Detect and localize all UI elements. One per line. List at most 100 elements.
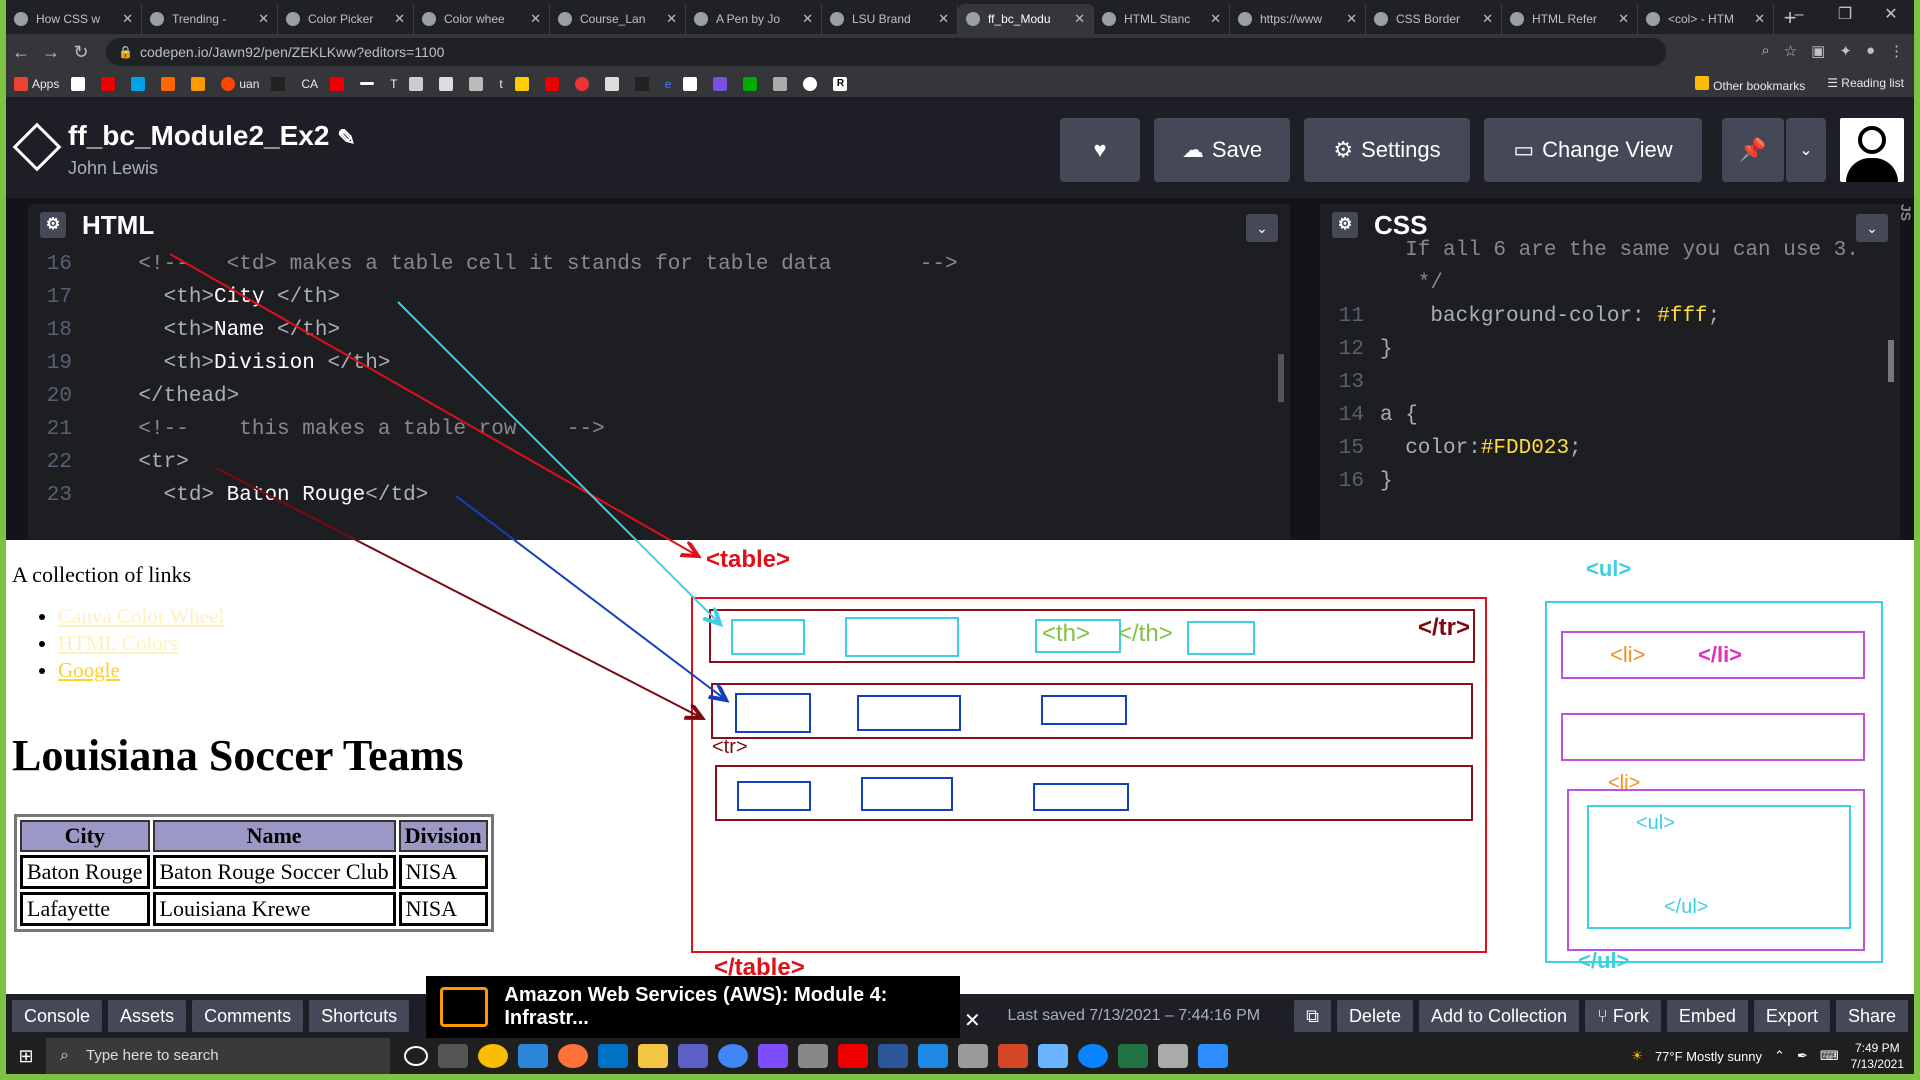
heart-button[interactable]: ♥	[1060, 118, 1140, 182]
fork-button[interactable]: ⑂ Fork	[1585, 1000, 1661, 1032]
bookmark-uan[interactable]: uan	[221, 76, 259, 91]
powerpoint-icon[interactable]	[998, 1044, 1028, 1068]
html-code[interactable]: 16 <!-- <td> makes a table cell it stand…	[28, 248, 1290, 512]
tab-close-icon[interactable]: ✕	[122, 11, 133, 27]
browser-tab[interactable]: HTML Stanc ✕	[1094, 4, 1230, 34]
code-line[interactable]: 16}	[1320, 465, 1900, 498]
url-input[interactable]: 🔒 codepen.io/Jawn92/pen/ZEKLKww?editors=…	[106, 38, 1666, 66]
bookmark[interactable]	[360, 82, 378, 85]
css-scrollbar[interactable]	[1888, 340, 1894, 382]
zotero-icon[interactable]	[838, 1044, 868, 1068]
pen-title[interactable]: ff_bc_Module2_Ex2 ✎	[68, 120, 356, 152]
outlook-icon[interactable]	[598, 1044, 628, 1068]
save-button[interactable]: ☁ Save	[1154, 118, 1290, 182]
profile-icon[interactable]: ●	[1866, 42, 1875, 60]
tab-close-icon[interactable]: ✕	[1754, 11, 1765, 27]
back-icon[interactable]: ←	[6, 42, 36, 63]
codepen-logo-icon[interactable]	[12, 122, 62, 172]
tab-close-icon[interactable]: ✕	[1210, 11, 1221, 27]
bookmark[interactable]	[743, 76, 761, 91]
browser-tab[interactable]: Color whee ✕	[414, 4, 550, 34]
html-settings-gear-icon[interactable]: ⚙	[40, 212, 66, 238]
bookmark-e[interactable]: e	[665, 77, 672, 91]
external-view-button[interactable]: ⧉	[1294, 1000, 1331, 1032]
code-line[interactable]: 20 </thead>	[28, 380, 1290, 413]
reading-list[interactable]: ☰ Reading list	[1827, 76, 1904, 93]
browser-tab[interactable]: ff_bc_Modu ✕	[958, 4, 1094, 34]
weather-icon[interactable]: ☀	[1631, 1048, 1643, 1064]
browser-tab[interactable]: <col> - HTM ✕	[1638, 4, 1774, 34]
taskbar-search-input[interactable]: ⌕ Type here to search	[46, 1038, 390, 1074]
delete-button[interactable]: Delete	[1336, 1000, 1413, 1032]
bookmark-apps[interactable]: Apps	[14, 76, 59, 91]
tab-close-icon[interactable]: ✕	[1618, 11, 1629, 27]
chrome-profile-icon[interactable]	[718, 1044, 748, 1068]
tab-close-icon[interactable]: ✕	[666, 11, 677, 27]
css-code[interactable]: If all 6 are the same you can use 3. */ 1…	[1320, 234, 1900, 498]
forward-icon[interactable]: →	[36, 42, 66, 63]
browser-tab[interactable]: HTML Refer ✕	[1502, 4, 1638, 34]
word-icon[interactable]	[878, 1044, 908, 1068]
tab-close-icon[interactable]: ✕	[938, 11, 949, 27]
browser-tab[interactable]: Trending - ✕	[142, 4, 278, 34]
bookmark[interactable]	[71, 76, 89, 91]
tab-close-icon[interactable]: ✕	[394, 11, 405, 27]
more-button[interactable]: ⌄	[1786, 118, 1826, 182]
tab-close-icon[interactable]: ✕	[1346, 11, 1357, 27]
console-button[interactable]: Console	[12, 1000, 103, 1032]
minimize-icon[interactable]: –	[1776, 0, 1822, 30]
browser-tab[interactable]: Course_Lan ✕	[550, 4, 686, 34]
code-line[interactable]: 17 <th>City </th>	[28, 281, 1290, 314]
excel-icon[interactable]	[1118, 1044, 1148, 1068]
link-html-colors[interactable]: HTML Colors	[58, 631, 178, 655]
code-line[interactable]: 19 <th>Division </th>	[28, 347, 1290, 380]
browser-tab[interactable]: How CSS w ✕	[6, 4, 142, 34]
keyboard-icon[interactable]: ⌨	[1820, 1048, 1839, 1064]
windows-start-icon[interactable]: ⊞	[6, 1046, 46, 1067]
reload-icon[interactable]: ↻	[66, 42, 96, 63]
browser-tab[interactable]: Color Picker ✕	[278, 4, 414, 34]
bookmark[interactable]	[713, 76, 731, 91]
bookmark[interactable]	[271, 76, 289, 91]
bookmark[interactable]	[409, 76, 427, 91]
tab-close-icon[interactable]: ✕	[802, 11, 813, 27]
bookmark[interactable]	[469, 76, 487, 91]
pen-author[interactable]: John Lewis	[68, 158, 158, 179]
zoom-app-icon[interactable]	[1198, 1044, 1228, 1068]
js-pane-collapsed[interactable]: JS	[1898, 204, 1914, 540]
bookmark[interactable]	[131, 76, 149, 91]
bookmark[interactable]	[439, 76, 457, 91]
file-explorer-icon[interactable]	[638, 1044, 668, 1068]
code-line[interactable]: If all 6 are the same you can use 3.	[1320, 234, 1900, 267]
pen-icon[interactable]: ✒	[1797, 1048, 1808, 1064]
discord-icon[interactable]	[758, 1044, 788, 1068]
assets-button[interactable]: Assets	[108, 1000, 187, 1032]
extension-icon[interactable]: ▣	[1811, 42, 1825, 60]
shortcuts-button[interactable]: Shortcuts	[309, 1000, 410, 1032]
bookmark-r2[interactable]: R	[833, 76, 851, 91]
maximize-icon[interactable]: ❐	[1822, 0, 1868, 30]
settings-button[interactable]: ⚙ Settings	[1304, 118, 1470, 182]
code-line[interactable]: 13	[1320, 366, 1900, 399]
tab-close-icon[interactable]: ✕	[1482, 11, 1493, 27]
bookmark[interactable]	[803, 76, 821, 91]
calculator-icon[interactable]	[1158, 1044, 1188, 1068]
pencil-icon[interactable]: ✎	[337, 125, 355, 150]
html-editor[interactable]: ⚙ HTML ⌄ 16 <!-- <td> makes a table cell …	[28, 204, 1290, 540]
tab-close-icon[interactable]: ✕	[530, 11, 541, 27]
css-editor[interactable]: ⚙ CSS ⌄ If all 6 are the same you can use…	[1320, 204, 1900, 540]
code-line[interactable]: 15 color:#FDD023;	[1320, 432, 1900, 465]
close-window-icon[interactable]: ✕	[1868, 0, 1914, 30]
avatar[interactable]	[1840, 118, 1904, 182]
link-google[interactable]: Google	[58, 658, 120, 682]
task-view-icon[interactable]	[438, 1044, 468, 1068]
bookmark[interactable]	[514, 76, 533, 91]
code-line[interactable]: */	[1320, 267, 1900, 300]
code-line[interactable]: 22 <tr>	[28, 446, 1290, 479]
bookmark[interactable]	[191, 76, 209, 91]
bookmark[interactable]	[773, 76, 791, 91]
share-button[interactable]: Share	[1835, 1000, 1908, 1032]
bookmark[interactable]	[634, 76, 653, 91]
firefox-icon[interactable]	[558, 1044, 588, 1068]
cortana-icon[interactable]	[404, 1046, 428, 1066]
